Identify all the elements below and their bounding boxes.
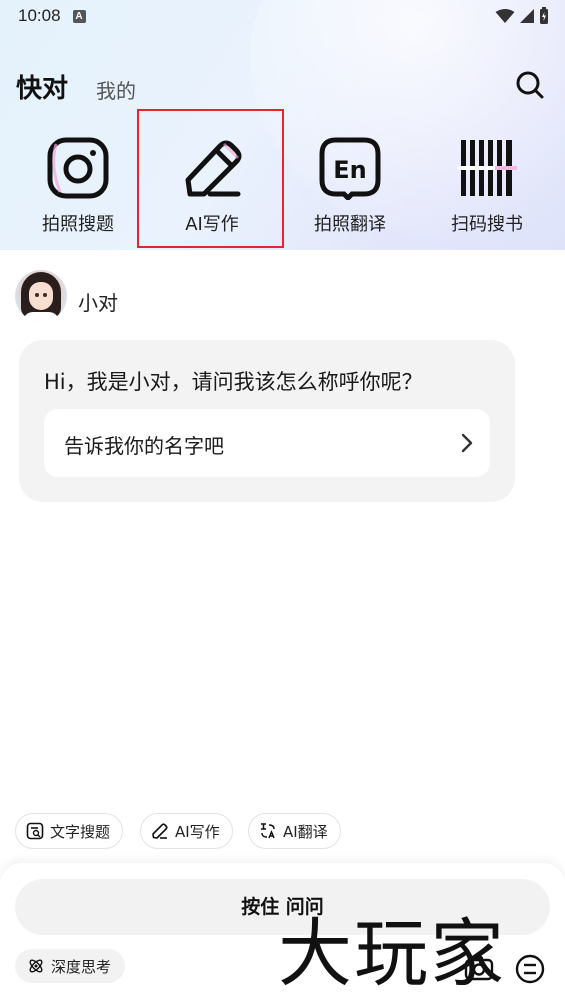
chip-label: AI写作 <box>175 822 220 841</box>
translate-icon <box>261 823 275 839</box>
page-title[interactable]: 快对 <box>16 68 68 105</box>
chevron-right-icon <box>461 433 473 453</box>
battery-icon <box>540 7 548 24</box>
status-time: 10:08 <box>18 6 61 25</box>
status-bar: 10:08 A <box>0 0 565 32</box>
quick-action-label: 拍照搜题 <box>42 214 114 235</box>
search-icon[interactable] <box>515 70 545 100</box>
deep-think-toggle[interactable]: 深度思考 <box>15 949 126 983</box>
more-options-icon[interactable] <box>514 953 546 985</box>
chip-label: AI翻译 <box>283 822 328 841</box>
quick-action-label: 拍照翻译 <box>314 214 386 235</box>
barcode-icon <box>457 140 517 196</box>
svg-text:En: En <box>333 156 366 184</box>
notification-icon: A <box>72 9 86 23</box>
chat-bubble: Hi，我是小对，请问我该怎么称呼你呢？ 告诉我你的名字吧 <box>19 340 515 502</box>
atom-icon <box>29 959 43 973</box>
quick-action-photo-search[interactable]: 拍照搜题 <box>13 130 143 240</box>
camera-icon <box>47 137 109 199</box>
pencil-icon <box>152 823 168 839</box>
avatar <box>15 270 67 322</box>
translate-icon: En <box>319 137 381 200</box>
chip-ai-translate[interactable]: AI翻译 <box>248 813 341 849</box>
reply-option-label: 告诉我你的名字吧 <box>64 434 224 458</box>
quick-action-label: 扫码搜书 <box>451 214 523 235</box>
deep-think-label: 深度思考 <box>51 957 112 976</box>
chip-label: 文字搜题 <box>50 822 111 841</box>
quick-action-barcode-search[interactable]: 扫码搜书 <box>422 130 552 240</box>
input-panel: 按住 问问 深度思考 <box>0 863 565 1004</box>
assistant-name: 小对 <box>78 291 118 315</box>
text-search-icon <box>26 822 44 840</box>
header: 快对 我的 <box>16 68 549 108</box>
quick-action-photo-translate[interactable]: En 拍照翻译 <box>285 130 415 240</box>
chat-message: Hi，我是小对，请问我该怎么称呼你呢？ <box>44 370 423 394</box>
wifi-icon <box>495 9 515 23</box>
reply-option[interactable]: 告诉我你的名字吧 <box>44 409 490 477</box>
hold-to-ask-button[interactable]: 按住 问问 <box>15 879 550 935</box>
suggestion-chips: 文字搜题 AI写作 AI翻译 <box>15 813 555 849</box>
signal-icon <box>520 9 534 23</box>
chip-text-search[interactable]: 文字搜题 <box>15 813 124 849</box>
camera-icon[interactable] <box>464 955 494 981</box>
chip-ai-writing[interactable]: AI写作 <box>140 813 233 849</box>
selection-highlight <box>137 109 284 248</box>
tab-mine[interactable]: 我的 <box>96 75 136 104</box>
status-icons <box>495 7 549 25</box>
